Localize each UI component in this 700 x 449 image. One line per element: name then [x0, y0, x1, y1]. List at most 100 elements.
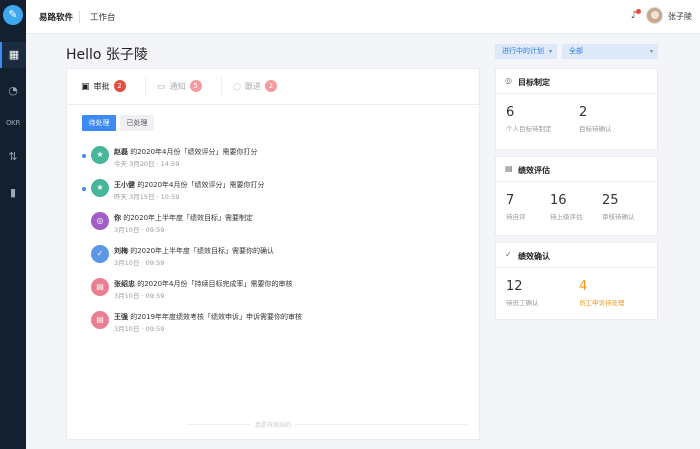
count-badge: 2	[264, 79, 277, 92]
list-item[interactable]: ★ 王小健 的2020年4月份「绩效评分」需要你打分 昨天 3月15日 · 10…	[82, 179, 462, 209]
stat-number: 16	[550, 193, 567, 208]
message-icon: ▭	[157, 82, 166, 92]
check-circle-icon: ✓	[91, 245, 109, 263]
chevron-down-icon: ▾	[649, 48, 653, 55]
bell-icon[interactable]: ♪	[627, 9, 641, 23]
item-time: 3月10日 · 09:59	[114, 259, 165, 267]
scope-filter-select[interactable]: 全部 ▾	[562, 44, 658, 59]
stat-label: 员工申诉待处理	[579, 299, 625, 307]
stat-manager-review[interactable]: 16 待上级评估	[550, 193, 583, 221]
document-icon: ▤	[91, 278, 109, 296]
tab-followup[interactable]: ◌ 跟进 2	[233, 69, 277, 105]
document-icon: ▤	[91, 311, 109, 329]
list-item[interactable]: ◎ 你 的2020年上半年度「绩效目标」需要制定 3月10日 · 09:59	[82, 212, 462, 242]
top-bar: 易路软件 工作台 ♪ 张子陵 ▾	[26, 0, 700, 34]
list-item[interactable]: ▤ 王强 的2019年年度绩效考核「绩效申诉」申诉需要你的审核 3月10日 · …	[82, 311, 462, 341]
check-circle-icon: ✓	[505, 250, 512, 259]
okr-icon[interactable]: OKR	[0, 110, 26, 136]
stat-number: 6	[506, 105, 515, 120]
stat-number: 2	[579, 105, 588, 120]
list-item[interactable]: ▤ 张绍忠 的2020年4月份「持续目标完成率」需要你的审核 3月10日 · 0…	[82, 278, 462, 308]
count-badge: 5	[189, 79, 202, 92]
actor-name: 王小健	[114, 181, 135, 189]
calendar-icon: ▣	[81, 82, 90, 92]
actor-name: 刘梅	[114, 247, 128, 255]
tab-notice[interactable]: ▭ 通知 5	[157, 69, 202, 105]
list-item[interactable]: ★ 赵磊 的2020年4月份「绩效评分」需要你打分 今天 3月20日 · 14:…	[82, 146, 462, 176]
document-icon: ▤	[505, 164, 513, 173]
tab-approval[interactable]: ▣ 审批 2	[81, 69, 126, 105]
plan-filter-value: 进行中的计划	[502, 47, 544, 55]
plan-filter-select[interactable]: 进行中的计划 ▾	[495, 44, 557, 59]
stat-label: 待员工确认	[506, 299, 539, 307]
star-icon: ★	[91, 179, 109, 197]
card-title: 绩效评估	[518, 166, 550, 175]
item-time: 3月10日 · 09:59	[114, 226, 165, 234]
tab-bar: ▣ 审批 2 ▭ 通知 5 ◌ 跟进 2	[67, 69, 479, 105]
follow-icon: ◌	[233, 82, 241, 92]
brand-name[interactable]: 易路软件	[39, 11, 73, 23]
avatar[interactable]	[646, 7, 663, 24]
stat-number: 12	[506, 279, 523, 294]
unread-dot	[82, 187, 86, 191]
divider	[145, 77, 146, 97]
stat-label: 待上级评估	[550, 213, 583, 221]
todo-panel: ▣ 审批 2 ▭ 通知 5 ◌ 跟进 2 待处理 已处理 ★ 赵磊 的2020年4月份「绩效…	[66, 68, 480, 440]
pending-button[interactable]: 待处理	[82, 115, 116, 131]
stat-goals-to-confirm[interactable]: 2 目标待确认	[579, 105, 612, 133]
stat-employee-confirm[interactable]: 12 待员工确认	[506, 279, 539, 307]
goal-setting-card: ◎ 目标制定 6 个人目标待制定 2 目标待确认	[495, 68, 658, 150]
actor-name: 你	[114, 214, 121, 222]
nav-workbench[interactable]: 工作台	[90, 11, 116, 23]
scope-filter-value: 全部	[569, 47, 583, 55]
tab-label: 审批	[93, 82, 110, 91]
user-name[interactable]: 张子陵	[668, 11, 692, 22]
actor-name: 张绍忠	[114, 280, 135, 288]
item-time: 3月10日 · 09:59	[114, 292, 165, 300]
item-text: 的2020年4月份「绩效评分」需要你打分	[135, 181, 265, 189]
chevron-down-icon: ▾	[548, 48, 552, 55]
stat-label: 目标待确认	[579, 125, 612, 133]
card-title: 目标制定	[518, 78, 550, 87]
item-text: 的2020年4月份「持续目标完成率」需要你的审核	[135, 280, 293, 288]
target-icon: ◎	[505, 76, 512, 85]
page-title: Hello 张子陵	[66, 47, 148, 63]
bar-chart-icon[interactable]: ▮	[0, 180, 26, 206]
stat-label: 个人目标待制定	[506, 125, 552, 133]
dashboard-icon[interactable]: ▦	[0, 42, 26, 68]
done-button[interactable]: 已处理	[120, 115, 154, 131]
stat-audit-confirm[interactable]: 25 审核待确认	[602, 193, 635, 221]
card-title: 绩效确认	[518, 252, 550, 261]
stat-appeal-pending[interactable]: 4 员工申诉待处理	[579, 279, 625, 307]
performance-confirm-card: ✓ 绩效确认 12 待员工确认 4 员工申诉待处理	[495, 242, 658, 320]
end-of-list-text: 我是有底线的	[250, 422, 295, 429]
stat-label: 待自评	[506, 213, 526, 221]
stat-label: 审核待确认	[602, 213, 635, 221]
item-text: 的2020年上半年度「绩效目标」需要制定	[121, 214, 254, 222]
item-text: 的2020年4月份「绩效评分」需要你打分	[128, 148, 258, 156]
gauge-icon[interactable]: ◔	[0, 78, 26, 104]
count-badge: 2	[113, 79, 126, 92]
flow-icon[interactable]: ⇅	[0, 144, 26, 170]
item-text: 的2019年年度绩效考核「绩效申诉」申诉需要你的审核	[128, 313, 303, 321]
notification-dot	[636, 9, 641, 14]
item-time: 今天 3月20日 · 14:59	[114, 160, 180, 168]
stat-self-review[interactable]: 7 待自评	[506, 193, 526, 221]
tab-label: 跟进	[244, 82, 261, 91]
actor-name: 赵磊	[114, 148, 128, 156]
item-text: 的2020年上半年度「绩效目标」需要你的确认	[128, 247, 275, 255]
actor-name: 王强	[114, 313, 128, 321]
divider	[79, 11, 80, 23]
stat-number: 4	[579, 279, 588, 294]
item-time: 3月10日 · 09:59	[114, 325, 165, 333]
left-rail: ✎ ▦ ◔ OKR ⇅ ▮	[0, 0, 26, 449]
app-logo-icon[interactable]: ✎	[3, 5, 23, 25]
target-icon: ◎	[91, 212, 109, 230]
stat-goals-to-set[interactable]: 6 个人目标待制定	[506, 105, 552, 133]
divider	[221, 77, 222, 97]
item-time: 昨天 3月15日 · 10:59	[114, 193, 180, 201]
unread-dot	[82, 154, 86, 158]
performance-review-card: ▤ 绩效评估 7 待自评 16 待上级评估 25 审核待确认	[495, 156, 658, 236]
list-item[interactable]: ✓ 刘梅 的2020年上半年度「绩效目标」需要你的确认 3月10日 · 09:5…	[82, 245, 462, 275]
star-icon: ★	[91, 146, 109, 164]
